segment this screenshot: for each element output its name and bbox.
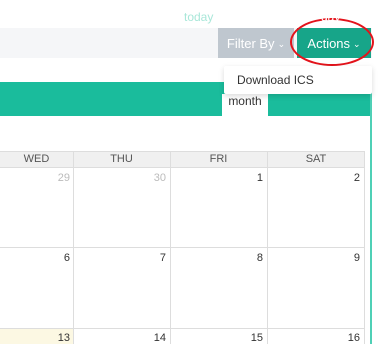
day-number[interactable]: 6 [50,252,70,264]
prev-icon[interactable]: ‹ [138,7,143,24]
day-header-thu: THU [110,153,133,165]
day-header-wed: WED [23,153,50,165]
refresh-icon[interactable]: ⟳ [350,8,361,24]
day-number[interactable]: 29 [50,172,70,184]
download-ics-item[interactable]: Download ICS [237,73,314,87]
day-number[interactable]: 30 [146,172,166,184]
chevron-down-icon: ⌄ [277,38,286,49]
day-number[interactable]: 16 [340,332,360,344]
day-number[interactable]: 14 [146,332,166,344]
grid-line [0,328,365,329]
day-view-button[interactable]: day [321,10,340,24]
grid-line [0,167,365,168]
actions-button[interactable]: Actions ⌄ [297,28,371,58]
month-view-button[interactable]: month [222,94,268,116]
filter-by-label: Filter By [226,35,275,51]
next-icon[interactable]: › [160,7,165,24]
day-number[interactable]: 1 [243,172,263,184]
chevron-down-icon: ⌄ [353,38,361,49]
actions-label: Actions [307,35,351,51]
day-header-fri: FRI [209,153,228,165]
scrollbar-accent [370,90,372,344]
filter-by-button[interactable]: Filter By ⌄ [218,28,294,58]
day-number[interactable]: 13 [50,332,70,344]
day-header-sat: SAT [305,153,327,165]
week-view-button[interactable]: week [278,10,306,24]
day-number[interactable]: 8 [243,252,263,264]
day-number[interactable]: 2 [340,172,360,184]
today-button[interactable]: today [184,10,213,24]
day-number[interactable]: 15 [243,332,263,344]
day-number[interactable]: 9 [340,252,360,264]
grid-line [0,247,365,248]
actions-dropdown-menu: Download ICS [224,66,372,94]
day-number[interactable]: 7 [146,252,166,264]
grid-line [0,151,365,152]
